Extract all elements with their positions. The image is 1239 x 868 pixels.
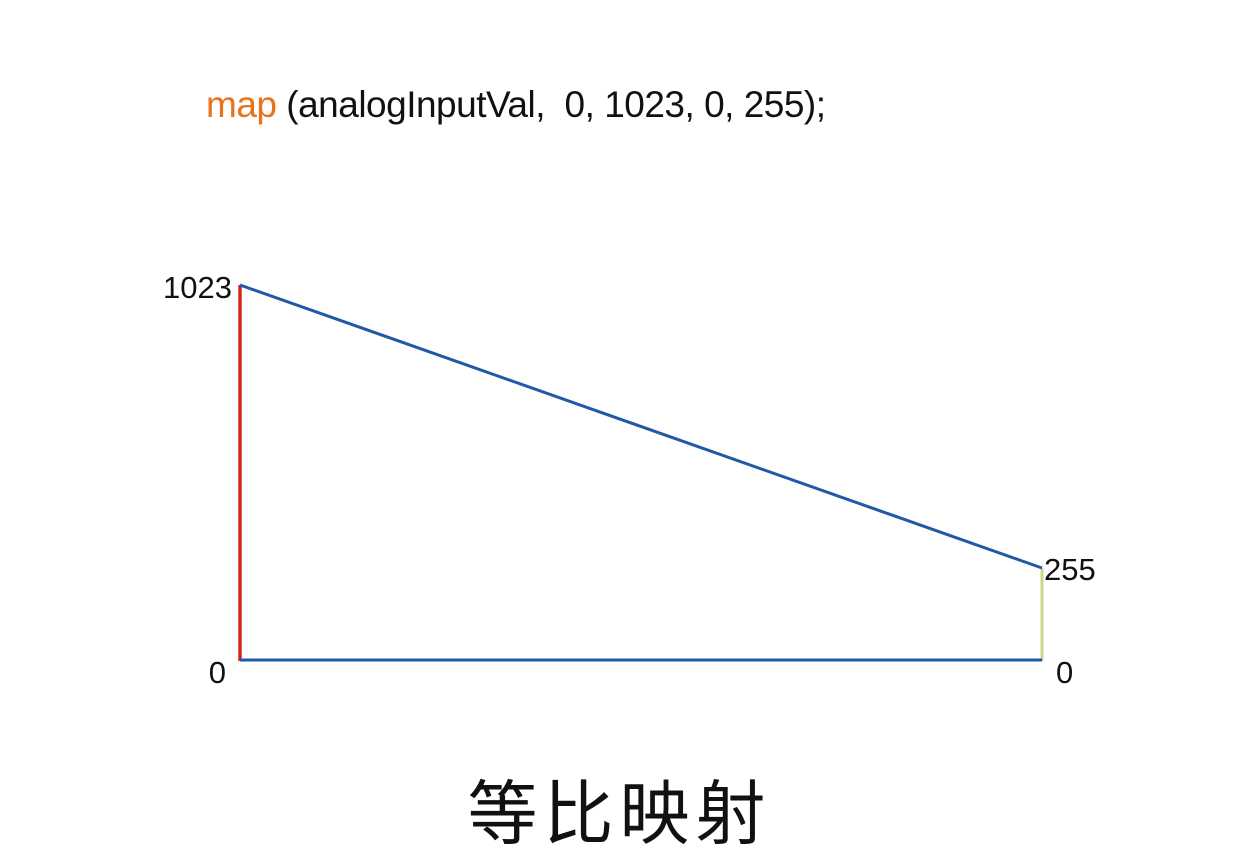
mapping-diagram: 1023 0 255 0 (163, 270, 1096, 690)
input-max-label: 1023 (163, 270, 232, 305)
caption: 等比映射 (467, 773, 772, 855)
input-min-label: 0 (209, 655, 226, 690)
output-min-label: 0 (1056, 655, 1073, 690)
max-mapping-line (239, 283, 1043, 570)
output-max-label: 255 (1044, 552, 1096, 587)
